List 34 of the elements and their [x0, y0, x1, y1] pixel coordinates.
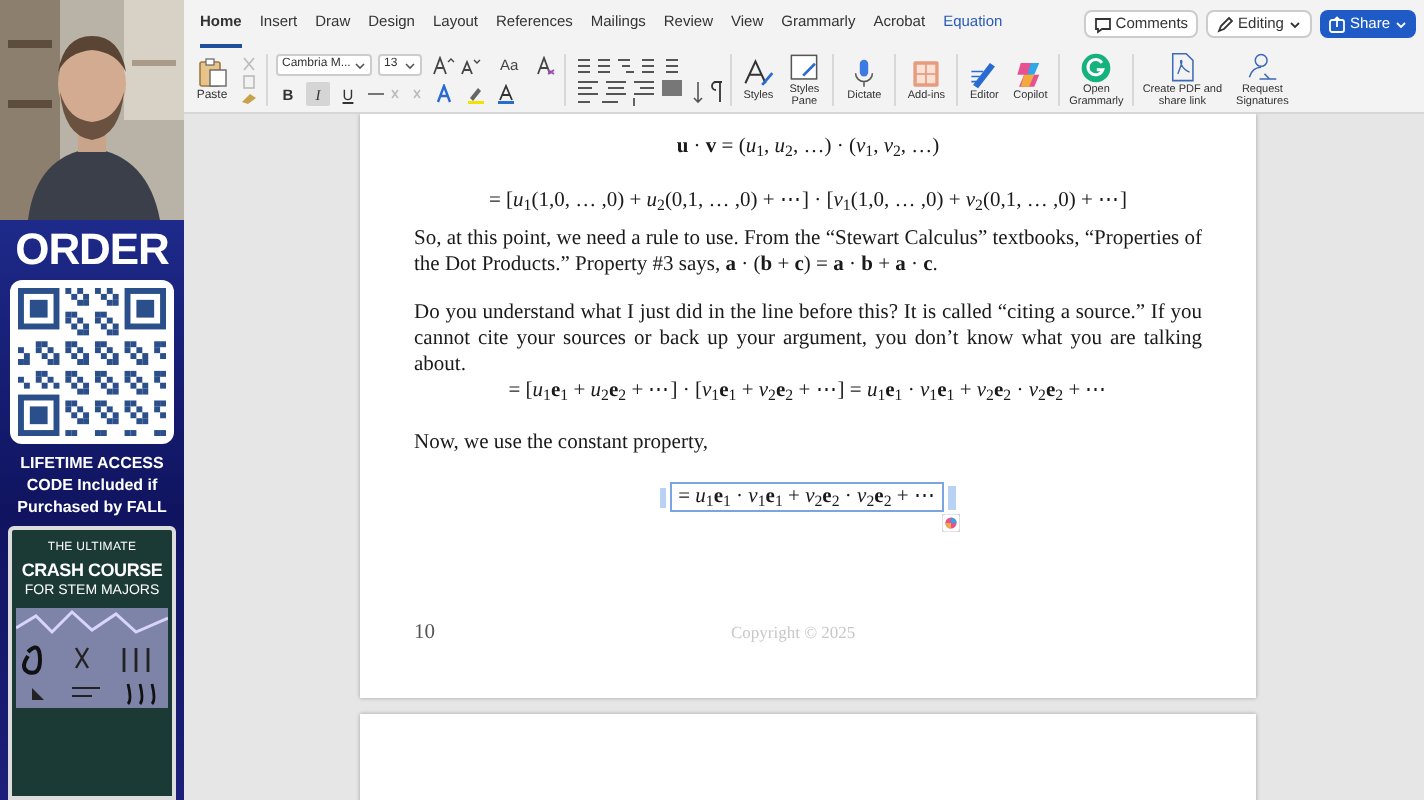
- equation: u · v = (u$_{1}$, u$_{2}$, …) · (v$_{1}$, v$_{2}$, …): [674, 134, 942, 160]
- styles-icon: [742, 57, 775, 90]
- caret-icon: [354, 59, 366, 71]
- caret-icon: [404, 59, 416, 71]
- equation-handle-icon[interactable]: [660, 487, 667, 507]
- font-size-arrows-icon: [432, 55, 484, 75]
- book-title: CRASH COURSE: [21, 558, 163, 582]
- styles-pane-icon: [788, 51, 821, 83]
- equation: = [u$_{1}$(1,0, … ,0) + u$_{2}$(0,1, … ,0) + ⋯] · [v$_{1}$(1,0, … ,0) + v$_{2}$(0,1, … ,0) + ⋯]: [486, 188, 1130, 214]
- qr-code-icon: [18, 288, 166, 436]
- equation-options-icon[interactable]: [947, 485, 956, 509]
- share-icon: [1327, 15, 1346, 33]
- body-paragraph: So, at this point, we need a rule to use. From the “Stewart Calculus” textbooks, “Properties of the Dot Products.” Property #3 says, a · (b + c) = a · b + a · c.: [414, 226, 1202, 278]
- page-number: 10: [414, 620, 435, 646]
- pen-icon: [968, 57, 1001, 90]
- equation: = [u$_{1}$e$_{1}$ + u$_{2}$e$_{2}$ + ⋯] · [v$_{1}$e$_{1}$ + v$_{2}$e$_{2}$ + ⋯] = u$_{1}$e$_{1}$ · v$_{1}$e$_{1}$ + v$_{2}$e$_{2}$ · v$_{2}$e$_{2}$ + ⋯: [506, 378, 1110, 404]
- clipboard-tools-icon: [240, 54, 258, 106]
- pencil-icon: [1216, 15, 1235, 33]
- paragraph-tools-icon: [574, 54, 723, 106]
- clipboard-icon: [196, 56, 228, 88]
- document-icon: [1166, 51, 1199, 83]
- caret-icon: [1394, 17, 1408, 31]
- equation-edit-field[interactable]: = u$_{1}$e$_{1}$ · v$_{1}$e$_{1}$ + v$_{2}$e$_{2}$ · v$_{2}$e$_{2}$ + ⋯: [670, 482, 944, 512]
- clear-formatting-icon: [536, 55, 557, 75]
- promo-note: LIFETIME ACCESS CODE Included if Purchased by FALL: [15, 452, 169, 518]
- body-paragraph: Now, we use the constant property,: [414, 430, 711, 456]
- copilot-icon[interactable]: [941, 514, 960, 532]
- comment-icon: [1093, 15, 1112, 33]
- promo-heading: ORDER: [15, 228, 169, 272]
- grid-icon: [910, 57, 943, 90]
- grammarly-icon: [1080, 51, 1113, 83]
- body-paragraph: Do you understand what I just did in the line before this? It is called “citing a source.” If you cannot cite your sources or back up your argument, you don’t know what you are talking about.: [414, 300, 1202, 378]
- caret-icon: [1287, 17, 1302, 31]
- person-icon: [1246, 51, 1279, 83]
